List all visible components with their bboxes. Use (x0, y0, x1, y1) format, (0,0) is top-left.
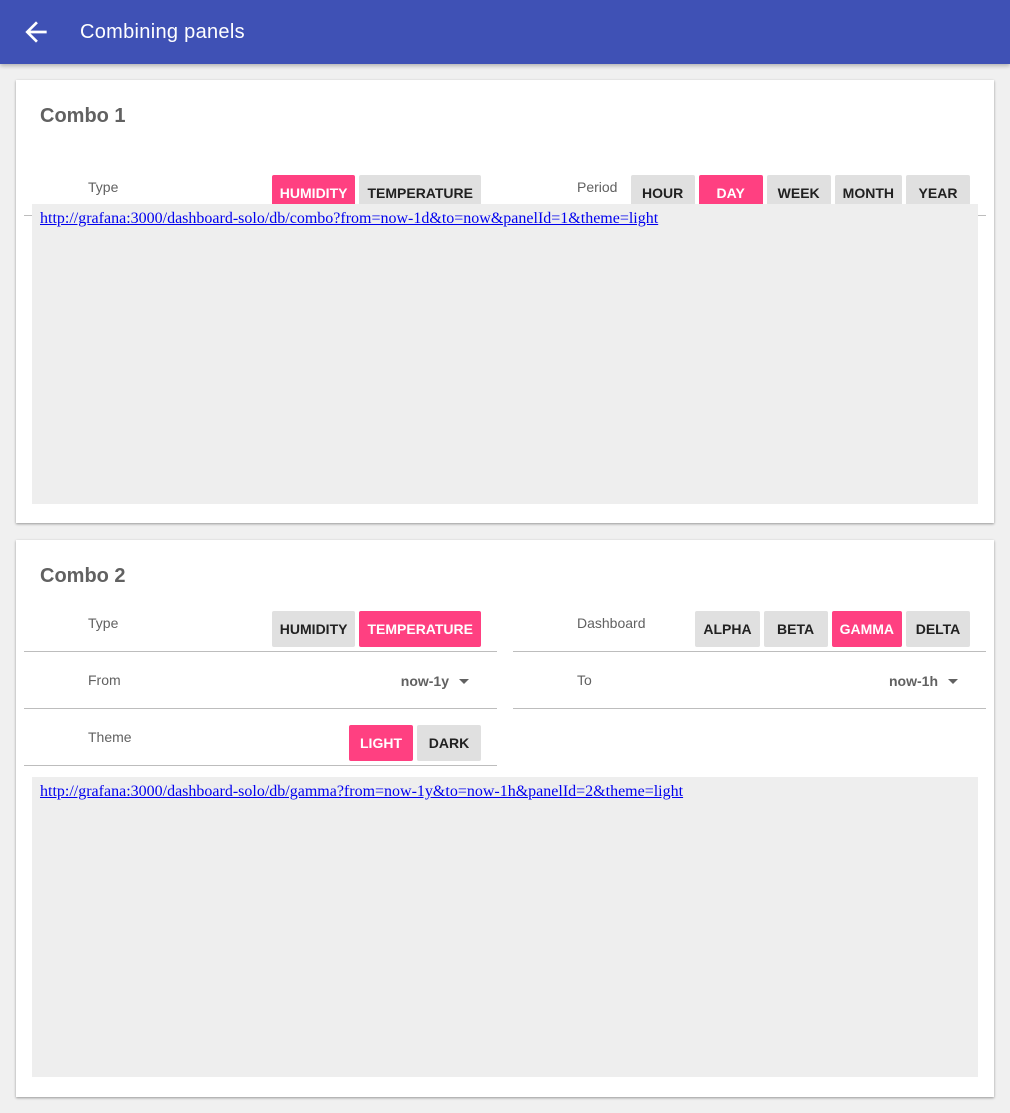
combo2-dashboard-row: Dashboard ALPHA BETA GAMMA DELTA (513, 596, 986, 652)
dark-button[interactable]: DARK (417, 725, 481, 761)
combo2-to-row: To now-1h (513, 653, 986, 709)
combo1-panel-link[interactable]: http://grafana:3000/dashboard-solo/db/co… (40, 210, 658, 227)
combo1-card: Combo 1 Type HUMIDITY TEMPERATURE Period… (16, 80, 994, 523)
humidity-button[interactable]: HUMIDITY (271, 611, 356, 647)
combo2-type-toggle: HUMIDITY TEMPERATURE (271, 611, 481, 647)
combo2-from-label: From (88, 672, 121, 688)
to-select[interactable]: now-1h (860, 653, 970, 709)
combo2-panel-frame: http://grafana:3000/dashboard-solo/db/ga… (32, 777, 978, 1077)
temperature-button[interactable]: TEMPERATURE (359, 611, 481, 647)
arrow-back-icon[interactable] (20, 16, 52, 48)
combo2-from-row: From now-1y (24, 653, 497, 709)
combo2-theme-toggle: LIGHT DARK (349, 725, 481, 761)
combo1-title: Combo 1 (40, 105, 126, 127)
combo2-type-label: Type (88, 615, 119, 631)
combo2-to-label: To (577, 672, 592, 688)
combo2-card: Combo 2 Type HUMIDITY TEMPERATURE Dashbo… (16, 540, 994, 1097)
delta-button[interactable]: DELTA (906, 611, 970, 647)
dropdown-arrow-icon (948, 679, 958, 684)
from-select[interactable]: now-1y (371, 653, 481, 709)
dropdown-arrow-icon (459, 679, 469, 684)
page-title: Combining panels (80, 21, 245, 43)
combo2-theme-label: Theme (88, 729, 132, 745)
beta-button[interactable]: BETA (763, 611, 828, 647)
alpha-button[interactable]: ALPHA (695, 611, 760, 647)
light-button[interactable]: LIGHT (349, 725, 413, 761)
combo2-dashboard-toggle: ALPHA BETA GAMMA DELTA (695, 611, 970, 647)
app-bar: Combining panels (0, 0, 1010, 64)
combo2-title: Combo 2 (40, 565, 126, 587)
combo2-theme-row: Theme LIGHT DARK (24, 710, 497, 766)
from-select-value: now-1y (400, 673, 449, 689)
combo2-dashboard-label: Dashboard (577, 615, 646, 631)
to-select-value: now-1h (889, 673, 938, 689)
combo1-panel-frame: http://grafana:3000/dashboard-solo/db/co… (32, 204, 978, 504)
gamma-button[interactable]: GAMMA (831, 611, 902, 647)
combo2-type-row: Type HUMIDITY TEMPERATURE (24, 596, 497, 652)
combo2-panel-link[interactable]: http://grafana:3000/dashboard-solo/db/ga… (40, 783, 683, 800)
